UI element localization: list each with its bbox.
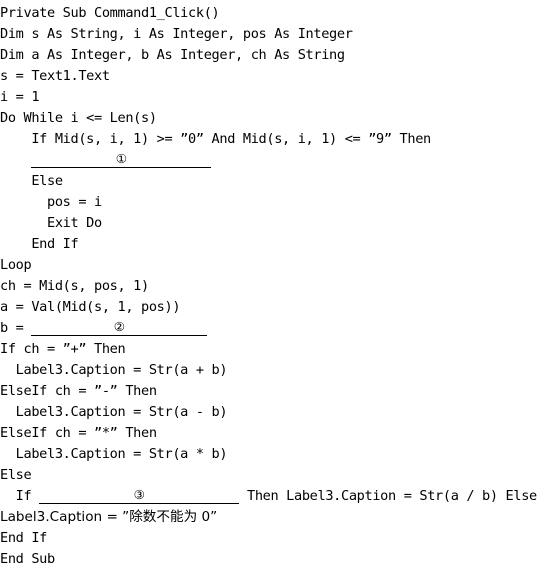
- blank-number-marker: ②: [113, 319, 125, 334]
- code-text: s = Text1.Text: [0, 68, 110, 84]
- code-text: ElseIf ch = ”-” Then: [0, 383, 157, 399]
- code-line: If ③ Then Label3.Caption = Str(a / b) El…: [0, 486, 560, 507]
- code-line: ①: [0, 150, 560, 171]
- code-line: Label3.Caption = Str(a * b): [0, 444, 560, 465]
- code-text: End If: [0, 236, 79, 252]
- code-line: Else: [0, 465, 560, 486]
- code-text: Label3.Caption = Str(a - b): [0, 404, 228, 420]
- code-listing: Private Sub Command1_Click() Dim s As Str…: [0, 0, 560, 567]
- code-text: Do While i <= Len(s): [0, 110, 157, 126]
- code-line: b = ②: [0, 318, 560, 339]
- code-line: Label3.Caption = ”除数不能为 0”: [0, 507, 560, 528]
- code-text: Loop: [0, 257, 32, 273]
- code-line: i = 1: [0, 87, 560, 108]
- code-line: s = Text1.Text: [0, 66, 560, 87]
- code-text: b =: [0, 320, 32, 336]
- code-text: Else: [0, 173, 63, 189]
- code-text: Label3.Caption = ”除数不能为 0”: [0, 509, 218, 525]
- code-text: Exit Do: [0, 215, 102, 231]
- code-text: ElseIf ch = ”*” Then: [0, 425, 157, 441]
- code-text: Then Label3.Caption = Str(a / b) Else: [239, 488, 537, 504]
- code-text: Private Sub Command1_Click(): [0, 5, 220, 21]
- code-text: pos = i: [0, 194, 102, 210]
- code-line: End Sub: [0, 549, 560, 570]
- code-text: ch = Mid(s, pos, 1): [0, 278, 149, 294]
- code-line: pos = i: [0, 192, 560, 213]
- code-text: If Mid(s, i, 1) >= ”0” And Mid(s, i, 1) …: [0, 131, 431, 147]
- code-line: ElseIf ch = ”*” Then: [0, 423, 560, 444]
- code-line: End If: [0, 528, 560, 549]
- code-line: Loop: [0, 255, 560, 276]
- code-line: ch = Mid(s, pos, 1): [0, 276, 560, 297]
- code-text: a = Val(Mid(s, 1, pos)): [0, 299, 181, 315]
- code-line: Label3.Caption = Str(a - b): [0, 402, 560, 423]
- code-line: Else: [0, 171, 560, 192]
- code-text: i = 1: [0, 89, 40, 105]
- code-line: Exit Do: [0, 213, 560, 234]
- code-text: Label3.Caption = Str(a * b): [0, 446, 228, 462]
- code-text: Dim s As String, i As Integer, pos As In…: [0, 26, 353, 42]
- code-text: Label3.Caption = Str(a + b): [0, 362, 228, 378]
- code-line: Private Sub Command1_Click(): [0, 0, 560, 24]
- code-text: End If: [0, 530, 48, 546]
- code-text: If ch = ”+” Then: [0, 341, 126, 357]
- code-line: Dim a As Integer, b As Integer, ch As St…: [0, 45, 560, 66]
- blank-number-marker: ①: [115, 151, 127, 166]
- code-line: If Mid(s, i, 1) >= ”0” And Mid(s, i, 1) …: [0, 129, 560, 150]
- code-line: Dim s As String, i As Integer, pos As In…: [0, 24, 560, 45]
- fill-in-blank[interactable]: ②: [31, 319, 208, 336]
- code-line: ElseIf ch = ”-” Then: [0, 381, 560, 402]
- code-text: End Sub: [0, 551, 55, 567]
- fill-in-blank[interactable]: ①: [31, 151, 212, 168]
- code-line: If ch = ”+” Then: [0, 339, 560, 360]
- code-text: Else: [0, 467, 32, 483]
- code-text: If: [0, 488, 40, 504]
- code-text: Dim a As Integer, b As Integer, ch As St…: [0, 47, 345, 63]
- code-line: End If: [0, 234, 560, 255]
- code-line: Do While i <= Len(s): [0, 108, 560, 129]
- fill-in-blank[interactable]: ③: [39, 487, 240, 504]
- code-line: Label3.Caption = Str(a + b): [0, 360, 560, 381]
- blank-number-marker: ③: [133, 487, 145, 502]
- code-line: a = Val(Mid(s, 1, pos)): [0, 297, 560, 318]
